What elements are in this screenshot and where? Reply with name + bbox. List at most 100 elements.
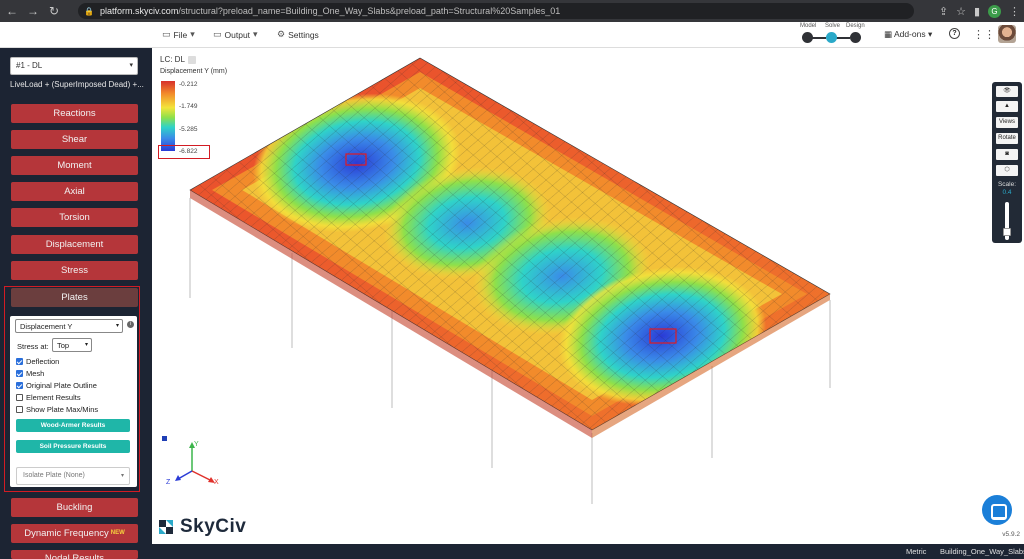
eye-icon[interactable]: 👁 [996, 86, 1018, 97]
info-icon[interactable]: i [127, 321, 134, 328]
original-outline-checkbox-row[interactable]: Original Plate Outline [16, 381, 97, 390]
settings-menu-label: Settings [288, 29, 319, 40]
chat-support-button[interactable] [982, 495, 1012, 525]
workflow-solve-label: Solve [825, 23, 841, 29]
version-label: v5.9.2 [1002, 531, 1020, 538]
plate-result-type-value: Displacement Y [20, 322, 73, 331]
back-arrow-icon[interactable]: ← [3, 2, 21, 20]
moment-button[interactable]: Moment [11, 156, 138, 175]
wood-armer-button[interactable]: Wood-Armer Results [16, 419, 130, 432]
brand-text: SkyCiv [180, 516, 247, 537]
reactions-button[interactable]: Reactions [11, 104, 138, 123]
legend-min-highlight [158, 145, 210, 159]
axis-x-label: X [214, 479, 219, 486]
camera-icon[interactable]: ◙ [996, 149, 1018, 160]
reload-icon[interactable]: ↻ [45, 2, 63, 20]
legend-tick: -1.749 [179, 103, 198, 110]
stress-at-label: Stress at: [17, 342, 49, 351]
workflow-model-step[interactable] [802, 32, 813, 43]
displacement-button[interactable]: Displacement [11, 235, 138, 254]
output-menu[interactable]: ▭ Output ▾ [213, 29, 258, 40]
forward-arrow-icon[interactable]: → [24, 2, 42, 20]
dynamic-frequency-button[interactable]: Dynamic Frequency NEW [11, 524, 138, 543]
buckling-button[interactable]: Buckling [11, 498, 138, 517]
soil-pressure-button[interactable]: Soil Pressure Results [16, 440, 130, 453]
legend-title: Displacement Y (mm) [160, 68, 228, 75]
legend-tick: -0.212 [179, 81, 198, 88]
workflow-design-step[interactable] [850, 32, 861, 43]
file-menu[interactable]: ▭ File ▾ [162, 29, 195, 40]
stress-button[interactable]: Stress [11, 261, 138, 280]
star-icon[interactable]: ☆ [956, 5, 966, 18]
isolate-plate-value: Isolate Plate (None) [23, 472, 85, 479]
element-results-checkbox[interactable] [16, 394, 23, 401]
axis-triad [162, 436, 215, 483]
address-bar[interactable]: 🔒 platform.skyciv.com/structural?preload… [78, 3, 914, 19]
load-case-select[interactable]: #1 - DL ▾ [10, 57, 138, 75]
share-icon[interactable]: ⇪ [939, 5, 948, 18]
original-outline-checkbox[interactable] [16, 382, 23, 389]
settings-menu[interactable]: ⚙ Settings [277, 29, 319, 40]
scale-label: Scale: [997, 181, 1017, 188]
isolate-plate-select[interactable]: Isolate Plate (None) ▾ [16, 467, 130, 485]
plate-result-type-select[interactable]: Displacement Y ▾ [15, 319, 123, 333]
rotate-button[interactable]: Rotate [996, 133, 1018, 144]
element-results-checkbox-row[interactable]: Element Results [16, 393, 81, 402]
nodal-results-button[interactable]: Nodal Results [11, 550, 138, 559]
sidepanel-icon[interactable]: ▮ [974, 5, 980, 18]
scale-slider-handle[interactable] [1003, 228, 1011, 236]
workflow-solve-step[interactable] [826, 32, 837, 43]
plate-maxmins-checkbox[interactable] [16, 406, 23, 413]
profile-avatar[interactable]: G [988, 4, 1001, 18]
addons-menu[interactable]: ▦ Add-ons ▾ [884, 29, 932, 40]
scale-value: 0.4 [1002, 189, 1012, 196]
legend-tick: -5.285 [179, 126, 198, 133]
monitor-icon: ▭ [213, 29, 222, 39]
torsion-button[interactable]: Torsion [11, 208, 138, 227]
user-avatar[interactable] [998, 25, 1016, 43]
app-header: ▭ File ▾ ▭ Output ▾ ⚙ Settings Model Solve De… [0, 22, 1024, 48]
app-grid-icon[interactable]: ⋮⋮ [973, 28, 995, 41]
plates-button[interactable]: Plates [11, 288, 138, 307]
lock-icon: 🔒 [84, 6, 94, 16]
apps-icon: ▦ [884, 29, 893, 39]
caret-down-icon: ▾ [129, 62, 133, 69]
model-viewport[interactable]: LC: DL Displacement Y (mm) -0.212 -1.749… [152, 48, 1024, 544]
deflection-label: Deflection [26, 357, 60, 366]
plate-maxmins-label: Show Plate Max/Mins [26, 405, 99, 414]
chevron-down-icon: ▾ [253, 29, 258, 39]
views-button[interactable]: Views [996, 117, 1018, 128]
axial-button[interactable]: Axial [11, 182, 138, 201]
load-case-tag: LC: DL [160, 55, 196, 64]
original-outline-label: Original Plate Outline [26, 381, 97, 390]
output-menu-label: Output [224, 29, 251, 40]
mesh-checkbox-row[interactable]: Mesh [16, 369, 44, 378]
browser-actions: ⇪ ☆ ▮ G ⋮ [939, 2, 1020, 20]
element-results-label: Element Results [26, 393, 81, 402]
skyciv-logo-icon [159, 520, 173, 534]
deflection-checkbox[interactable] [16, 358, 23, 365]
toggle-icon[interactable] [187, 55, 196, 64]
plate-contour-render [189, 57, 831, 504]
help-icon[interactable]: ? [949, 28, 960, 39]
load-case-tag-text: LC: DL [160, 55, 185, 64]
chevron-down-icon: ▾ [190, 29, 195, 39]
axis-z-label: Z [166, 479, 171, 486]
units-indicator[interactable]: Metric [906, 547, 926, 556]
image-icon[interactable]: ▲ [996, 101, 1018, 112]
deflection-checkbox-row[interactable]: Deflection [16, 357, 59, 366]
file-icon: ▭ [162, 29, 171, 39]
skyciv-brand: SkyCiv [156, 516, 246, 538]
shear-button[interactable]: Shear [11, 130, 138, 149]
gear-icon: ⚙ [277, 29, 286, 39]
url-host: platform.skyciv.com [99, 6, 179, 16]
legend-color-bar [161, 81, 175, 151]
dynamic-frequency-label: Dynamic Frequency [24, 528, 109, 539]
plate-maxmins-checkbox-row[interactable]: Show Plate Max/Mins [16, 405, 98, 414]
mesh-checkbox[interactable] [16, 370, 23, 377]
cube-icon[interactable]: ⬡ [996, 165, 1018, 176]
results-sidebar: #1 - DL ▾ LiveLoad + (SuperImposed Dead)… [0, 48, 152, 559]
stress-at-select[interactable]: Top ▾ [52, 338, 92, 352]
browser-menu-icon[interactable]: ⋮ [1009, 5, 1020, 18]
workflow-stepper: Model Solve Design [796, 23, 868, 47]
